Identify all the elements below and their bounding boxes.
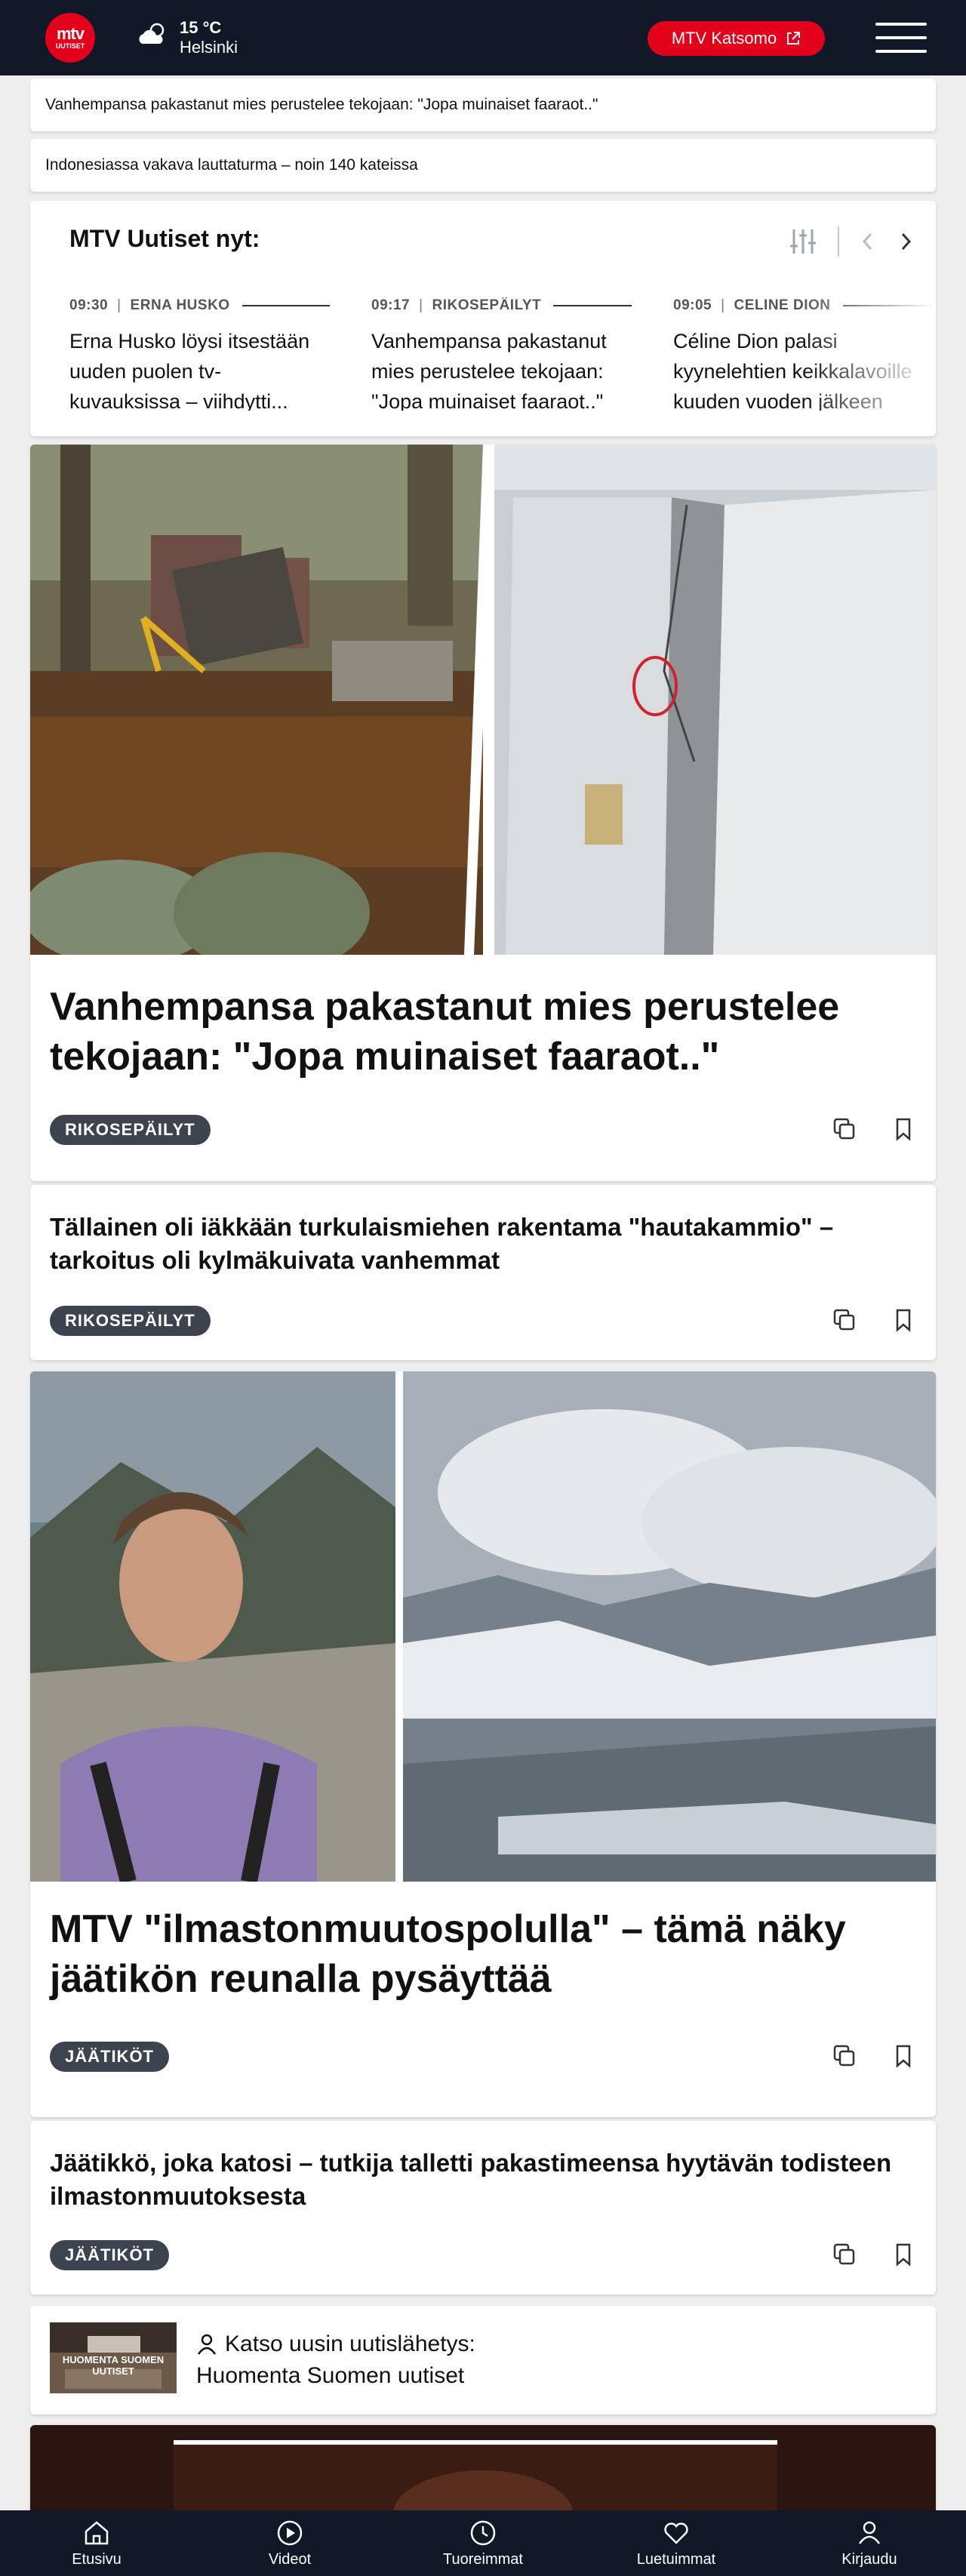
top-bar: mtv UUTISET 15 °C Helsinki MTV Katsomo (0, 0, 966, 75)
copy-icon[interactable] (832, 1116, 857, 1142)
news-now-item[interactable]: 09:30 | ERNA HUSKO Erna Husko löysi itse… (69, 297, 330, 411)
article-card[interactable]: MTV "ilmastonmuutospolulla" – tämä näky … (30, 1371, 936, 2117)
ticker-item[interactable]: Indonesiassa vakava lauttaturma – noin 1… (30, 139, 936, 192)
person-icon (197, 2334, 217, 2355)
nav-videos[interactable]: Videot (214, 2518, 365, 2568)
broadcast-lead: Katso uusin uutislähetys: (225, 2331, 475, 2356)
news-headline: Erna Husko löysi itsestään uuden puolen … (69, 330, 310, 411)
bookmark-icon[interactable] (891, 2242, 916, 2267)
weather-city: Helsinki (180, 38, 238, 57)
mtv-logo[interactable]: mtv UUTISET (45, 13, 95, 63)
bookmark-icon[interactable] (891, 1116, 916, 1142)
news-time: 09:05 (673, 297, 712, 313)
article-card[interactable]: Tällainen oli iäkkään turkulaismiehen ra… (30, 1185, 936, 1360)
ticker-item[interactable]: Vanhempansa pakastanut mies perustelee t… (30, 78, 936, 131)
nav-home[interactable]: Etusivu (21, 2518, 172, 2568)
divider (838, 226, 839, 257)
broadcast-thumbnail: HUOMENTA SUOMEN UUTISET (50, 2322, 177, 2393)
home-icon (85, 2521, 109, 2545)
bottom-navigation: Etusivu Videot Tuoreimmat Luetuimmat Kir… (0, 2510, 966, 2576)
copy-icon[interactable] (832, 1307, 857, 1333)
broadcast-title: Huomenta Suomen uutiset (196, 2363, 465, 2388)
latest-broadcast-card[interactable]: HUOMENTA SUOMEN UUTISET Katso uusin uuti… (30, 2306, 936, 2414)
logo-subtext: UUTISET (55, 42, 85, 50)
article-actions (832, 1116, 916, 1142)
filter-sliders-icon[interactable] (788, 226, 818, 257)
clock-icon (470, 2520, 496, 2546)
article-actions (832, 2242, 916, 2267)
article-card[interactable] (30, 2425, 936, 2516)
nav-latest[interactable]: Tuoreimmat (408, 2518, 558, 2568)
article-actions (832, 2043, 916, 2069)
article-image (30, 1371, 936, 1882)
category-tag[interactable]: RIKOSEPÄILYT (50, 1115, 211, 1145)
logo-text: mtv (56, 24, 85, 43)
news-now-item[interactable]: 09:17 | RIKOSEPÄILYT Vanhempansa pakasta… (371, 297, 632, 411)
article-title[interactable]: MTV "ilmastonmuutospolulla" – tämä näky … (50, 1904, 910, 2004)
nav-label: Tuoreimmat (443, 2551, 523, 2568)
mtv-katsomo-button[interactable]: MTV Katsomo (648, 21, 825, 56)
ticker-text: Vanhempansa pakastanut mies perustelee t… (45, 96, 598, 113)
article-image (30, 2425, 936, 2516)
news-now-carousel: 09:30 | ERNA HUSKO Erna Husko löysi itse… (69, 297, 936, 411)
broadcast-thumbnail-label: HUOMENTA SUOMEN UUTISET (62, 2354, 165, 2377)
category-tag[interactable]: JÄÄTIKÖT (50, 2240, 169, 2270)
category-tag[interactable]: JÄÄTIKÖT (50, 2042, 169, 2072)
article-title[interactable]: Tällainen oli iäkkään turkulaismiehen ra… (50, 1211, 895, 1277)
external-link-icon (787, 32, 801, 45)
carousel-controls (788, 226, 915, 257)
nav-label: Luetuimmat (636, 2551, 716, 2568)
nav-label: Etusivu (72, 2551, 122, 2568)
article-actions (832, 1307, 916, 1333)
copy-icon[interactable] (832, 2242, 857, 2267)
chevron-right-icon[interactable] (897, 230, 915, 253)
article-image (30, 445, 936, 955)
katsomo-label: MTV Katsomo (671, 29, 777, 48)
weather-temperature: 15 °C (180, 18, 222, 37)
weather-widget: 15 °C Helsinki (180, 18, 238, 57)
bookmark-icon[interactable] (891, 2043, 916, 2069)
news-now-section: MTV Uutiset nyt: 09:30 | ERNA HUSKO Erna… (30, 201, 936, 436)
ticker-text: Indonesiassa vakava lauttaturma – noin 1… (45, 156, 418, 174)
article-card[interactable]: Vanhempansa pakastanut mies perustelee t… (30, 445, 936, 1181)
section-title: MTV Uutiset nyt: (69, 225, 260, 252)
article-title[interactable]: Vanhempansa pakastanut mies perustelee t… (50, 982, 910, 1082)
nav-login[interactable]: Kirjaudu (794, 2518, 945, 2568)
broadcast-text: Katso uusin uutislähetys: Huomenta Suome… (196, 2328, 475, 2392)
heart-icon (664, 2522, 688, 2544)
news-time: 09:30 (69, 297, 109, 313)
chevron-left-icon[interactable] (859, 230, 877, 253)
nav-most-read[interactable]: Luetuimmat (601, 2518, 752, 2568)
news-headline: Vanhempansa pakastanut mies perustelee t… (371, 330, 607, 411)
bookmark-icon[interactable] (891, 1307, 916, 1333)
news-category: ERNA HUSKO (130, 297, 230, 313)
hamburger-menu-icon[interactable] (875, 23, 927, 53)
user-icon (858, 2521, 881, 2544)
article-card[interactable]: Jäätikkö, joka katosi – tutkija talletti… (30, 2121, 936, 2294)
nav-label: Videot (268, 2551, 312, 2568)
copy-icon[interactable] (832, 2043, 857, 2069)
play-circle-icon (277, 2520, 303, 2546)
category-tag[interactable]: RIKOSEPÄILYT (50, 1306, 211, 1336)
nav-label: Kirjaudu (841, 2551, 897, 2568)
cloud-sun-icon (139, 23, 165, 44)
news-time: 09:17 (371, 297, 411, 313)
article-title[interactable]: Jäätikkö, joka katosi – tutkija talletti… (50, 2147, 910, 2213)
news-category: RIKOSEPÄILYT (432, 297, 542, 313)
